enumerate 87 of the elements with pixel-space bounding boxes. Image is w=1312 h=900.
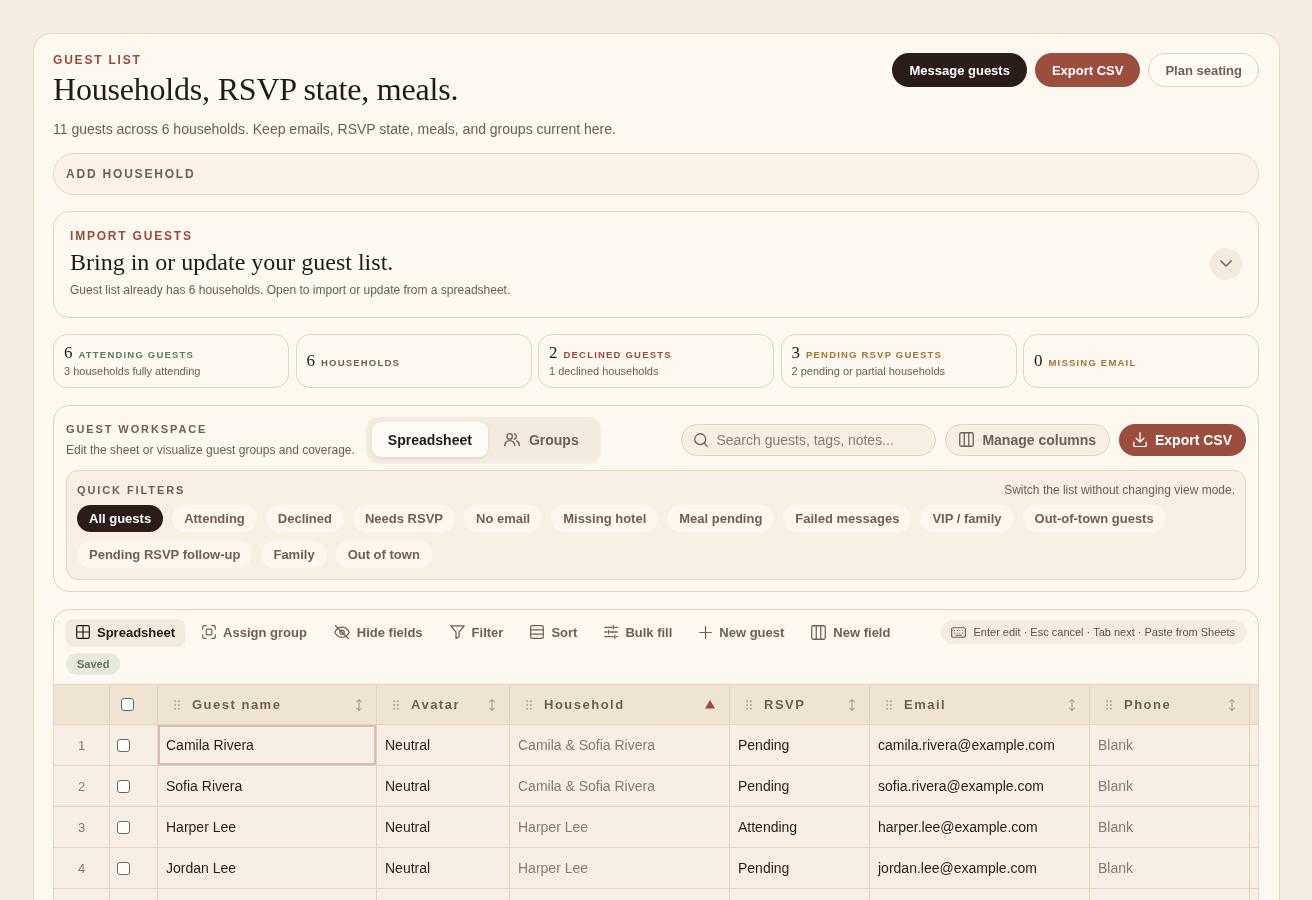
stat-label: HOUSEHOLDS [321,357,401,368]
export-csv-button[interactable]: Export CSV [1119,423,1246,456]
section-label: IMPORT GUESTS [70,229,194,243]
toolbar-button[interactable]: Bulk fill [594,619,683,645]
stat-label: PENDING RSVP GUESTS [806,349,943,360]
filter-chip[interactable]: Missing hotel [551,505,659,532]
toolbar-button[interactable]: Filter [439,619,514,645]
people-icon [503,432,520,447]
filter-chip[interactable]: Out of town [335,541,432,568]
grip-icon [886,699,892,710]
stat-value: 3 [791,344,800,362]
grip-icon [174,699,180,710]
plan-seating-button[interactable]: Plan seating [1148,53,1259,87]
stat-value: 2 [549,344,558,362]
stat-value: 0 [1034,352,1043,370]
manage-columns-button[interactable]: Manage columns [945,423,1110,456]
panel-title: Bring in or update your guest list. [70,248,395,277]
grip-icon [1106,699,1112,710]
panel-description: Guest list already has 6 households. Open to import or update from a spreadsheet. [70,282,512,298]
grip-icon [393,699,399,710]
section-description: Edit the sheet or visualize guest groups and coverage. [66,441,355,458]
row-checkbox[interactable] [117,820,130,834]
stat-note: 2 pending or partial households [791,364,946,378]
rows-icon [530,625,545,639]
grid-icon [76,625,90,639]
toolbar-button[interactable]: Spreadsheet [66,619,186,645]
select-all-checkbox[interactable] [121,698,134,711]
column-label: Avatar [411,697,460,712]
filter-chip[interactable]: Family [261,541,327,568]
toolbar-button[interactable]: Hide fields [323,619,433,645]
sliders-icon [604,625,619,639]
stat-value: 6 [64,344,73,362]
filter-chip[interactable]: Pending RSVP follow-up [77,541,253,568]
message-guests-button[interactable]: Message guests [892,53,1027,87]
toolbar-button[interactable]: New field [801,619,901,645]
section-label: QUICK FILTERS [77,483,186,497]
filter-chip[interactable]: Meal pending [667,505,775,532]
download-icon [1133,431,1147,448]
filter-chip[interactable]: All guests [77,505,164,532]
grip-icon [526,699,532,710]
table-cell[interactable]: Camila Rivera [158,725,377,766]
filters-hint: Switch the list without changing view mode. [1004,483,1235,497]
row-checkbox[interactable] [117,738,130,752]
add-household-toggle[interactable]: ADD HOUSEHOLD [53,153,1259,195]
stat-note: 1 declined households [549,364,660,378]
page-title: Households, RSVP state, meals. [53,70,460,109]
column-label: Household [544,697,625,712]
page-description: 11 guests across 6 households. Keep emails, RSVP state, meals, and groups current here. [53,120,616,138]
row-checkbox[interactable] [117,779,130,793]
stat-label: DECLINED GUESTS [563,349,672,360]
filter-chip[interactable]: Needs RSVP [352,505,455,532]
eye-slash-icon [333,624,350,640]
chevron-icon [1220,260,1232,267]
row-checkbox[interactable] [117,861,130,875]
toolbar-button[interactable]: Sort [520,619,588,645]
stat-value: 6 [306,352,315,370]
filter-icon [449,624,465,640]
filter-chip[interactable]: No email [464,505,543,532]
filter-chip[interactable]: Declined [265,505,344,532]
scan-frame-icon [202,625,217,639]
column-label: RSVP [764,697,806,712]
view-tab[interactable]: Groups [487,422,595,457]
stat-label: ATTENDING GUESTS [78,349,195,360]
filter-chip[interactable]: Attending [172,505,257,532]
column-label: Guest name [192,697,282,712]
export-csv-button[interactable]: Export CSV [1034,53,1141,87]
grip-icon [746,699,752,710]
search-icon [694,432,709,447]
column-label: Email [904,697,947,712]
search-field[interactable]: Search guests, tags, notes... [681,423,937,456]
toolbar-button[interactable]: Assign group [192,619,317,645]
plus-icon [699,625,713,639]
save-status: Saved [66,653,121,675]
filter-chip[interactable]: Failed messages [783,505,912,532]
stat-note: 3 households fully attending [64,364,202,378]
toolbar-button[interactable]: New guest [689,619,795,645]
stat-label: MISSING EMAIL [1048,357,1137,368]
column-label: Phone [1124,697,1172,712]
filter-chip[interactable]: Out-of-town guests [1022,505,1166,532]
columns-icon [959,432,975,447]
section-label: GUEST LIST [53,53,143,67]
filter-chip[interactable]: VIP / family [920,505,1014,532]
view-tab[interactable]: Spreadsheet [371,422,488,457]
keyboard-icon [950,626,966,638]
section-label: GUEST WORKSPACE [66,421,209,436]
columns-icon [811,624,827,640]
shortcut-text: Enter edit · Esc cancel · Tab next · Paste from Sheets [973,626,1235,638]
